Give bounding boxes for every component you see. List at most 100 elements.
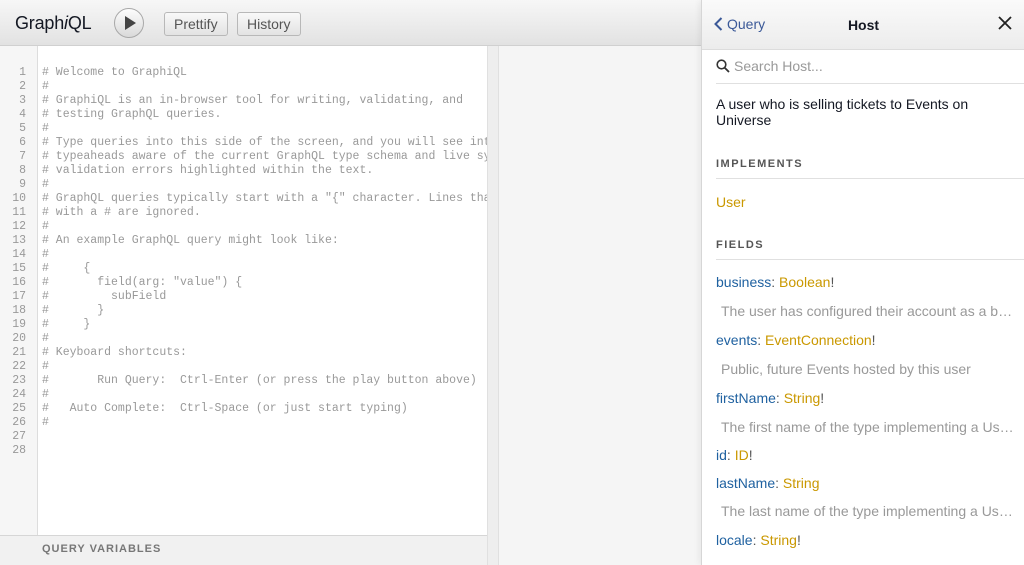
code-line: #	[42, 220, 49, 233]
field-separator: :	[775, 475, 783, 491]
field-type-link[interactable]: EventConnection	[765, 332, 872, 348]
field-description: The last name of the type implementing a…	[721, 503, 1017, 519]
code-line: # typeaheads aware of the current GraphQ…	[42, 150, 487, 163]
code-line: # subField	[42, 290, 167, 303]
line-number: 22	[12, 360, 26, 373]
docs-close-button[interactable]	[998, 16, 1016, 34]
code-line: #	[42, 332, 49, 345]
result-pane	[499, 46, 701, 565]
field-type-link[interactable]: ID	[735, 447, 749, 463]
code-line: # testing GraphQL queries.	[42, 108, 222, 121]
docs-back-label: Query	[727, 16, 766, 32]
query-editor[interactable]: # Welcome to GraphiQL # # GraphiQL is an i…	[38, 46, 487, 535]
docs-search	[716, 56, 1024, 84]
implements-title: IMPLEMENTS	[716, 158, 1024, 179]
line-number: 21	[12, 346, 26, 359]
type-description: A user who is selling tickets to Events …	[716, 96, 969, 128]
non-null-marker: !	[830, 274, 835, 290]
line-number: 4	[19, 108, 26, 121]
code-line: # {	[42, 262, 91, 275]
execute-query-button[interactable]	[114, 8, 144, 38]
line-number: 25	[12, 402, 26, 415]
line-number: 8	[19, 164, 26, 177]
field-separator: :	[726, 447, 735, 463]
code-line: #	[42, 248, 49, 261]
code-line: # Keyboard shortcuts:	[42, 346, 187, 359]
query-variables-bar[interactable]: QUERY VARIABLES	[0, 535, 487, 565]
top-toolbar: GraphiQL Prettify History	[0, 0, 701, 46]
code-line: # validation errors highlighted within t…	[42, 164, 374, 177]
code-line: # field(arg: "value") {	[42, 276, 243, 289]
line-number: 28	[12, 444, 26, 457]
code-line: # with a # are ignored.	[42, 206, 201, 219]
line-number: 1	[19, 66, 26, 79]
line-number: 27	[12, 430, 26, 443]
line-number: 10	[12, 192, 26, 205]
code-line: # GraphiQL is an in-browser tool for wri…	[42, 94, 463, 107]
line-number: 2	[19, 80, 26, 93]
field-row-lastName: lastName: String	[716, 475, 820, 491]
code-line: # }	[42, 304, 105, 317]
line-number: 23	[12, 374, 26, 387]
code-line: # }	[42, 318, 91, 331]
field-type-link[interactable]: String	[784, 390, 821, 406]
field-separator: :	[771, 274, 780, 290]
code-line: # Type queries into this side of the scr…	[42, 136, 487, 149]
graphiql-logo: GraphiQL	[15, 13, 92, 33]
field-type-link[interactable]: Boolean	[779, 274, 830, 290]
code-line: #	[42, 416, 49, 429]
code-line: #	[42, 80, 49, 93]
field-row-business: business: Boolean!	[716, 274, 834, 290]
non-null-marker: !	[796, 532, 801, 548]
field-type-link[interactable]: String	[760, 532, 797, 548]
field-name-link[interactable]: lastName	[716, 475, 775, 491]
line-number: 26	[12, 416, 26, 429]
close-icon	[998, 16, 1012, 30]
field-description: The first name of the type implementing …	[721, 419, 1017, 435]
field-description: The user has configured their account as…	[721, 303, 1017, 319]
line-number: 12	[12, 220, 26, 233]
code-line: # GraphQL queries typically start with a…	[42, 192, 487, 205]
code-line: # Run Query: Ctrl-Enter (or press the pl…	[42, 374, 477, 387]
line-number: 7	[19, 150, 26, 163]
field-separator: :	[757, 332, 766, 348]
line-number: 6	[19, 136, 26, 149]
documentation-explorer: Query Host A user who is selling tickets…	[701, 0, 1024, 565]
implements-user-link[interactable]: User	[716, 194, 746, 210]
field-row-locale: locale: String!	[716, 532, 801, 548]
line-number: 14	[12, 248, 26, 261]
line-number: 24	[12, 388, 26, 401]
docs-search-input[interactable]	[734, 58, 1014, 74]
line-number: 20	[12, 332, 26, 345]
line-number: 18	[12, 304, 26, 317]
field-name-link[interactable]: firstName	[716, 390, 776, 406]
search-icon	[716, 59, 730, 73]
line-number: 9	[19, 178, 26, 191]
line-number: 17	[12, 290, 26, 303]
docs-back-link[interactable]: Query	[714, 16, 765, 32]
non-null-marker: !	[871, 332, 876, 348]
editor-resize-handle[interactable]	[487, 46, 499, 565]
field-type-link[interactable]: String	[783, 475, 820, 491]
field-description: Public, future Events hosted by this use…	[721, 361, 971, 377]
line-number-gutter: 1 2 3 4 5 6 7 8 9 10 11 12 13 14 15 16 17 18 19 20 21 22 23 24 2…	[0, 46, 38, 535]
field-row-events: events: EventConnection!	[716, 332, 876, 348]
code-line: # Auto Complete: Ctrl-Space (or just sta…	[42, 402, 408, 415]
prettify-button[interactable]: Prettify	[164, 12, 228, 36]
line-number: 15	[12, 262, 26, 275]
code-line: #	[42, 360, 49, 373]
field-name-link[interactable]: id	[716, 447, 727, 463]
line-number: 16	[12, 276, 26, 289]
docs-header: Query Host	[702, 0, 1024, 50]
field-row-firstName: firstName: String!	[716, 390, 824, 406]
field-name-link[interactable]: business	[716, 274, 771, 290]
code-line: # Welcome to GraphiQL	[42, 66, 187, 79]
line-number: 11	[12, 206, 26, 219]
non-null-marker: !	[820, 390, 825, 406]
line-number: 5	[19, 122, 26, 135]
field-name-link[interactable]: events	[716, 332, 757, 348]
play-icon	[125, 16, 136, 30]
history-button[interactable]: History	[237, 12, 301, 36]
field-name-link[interactable]: locale	[716, 532, 753, 548]
chevron-left-icon	[714, 17, 723, 31]
